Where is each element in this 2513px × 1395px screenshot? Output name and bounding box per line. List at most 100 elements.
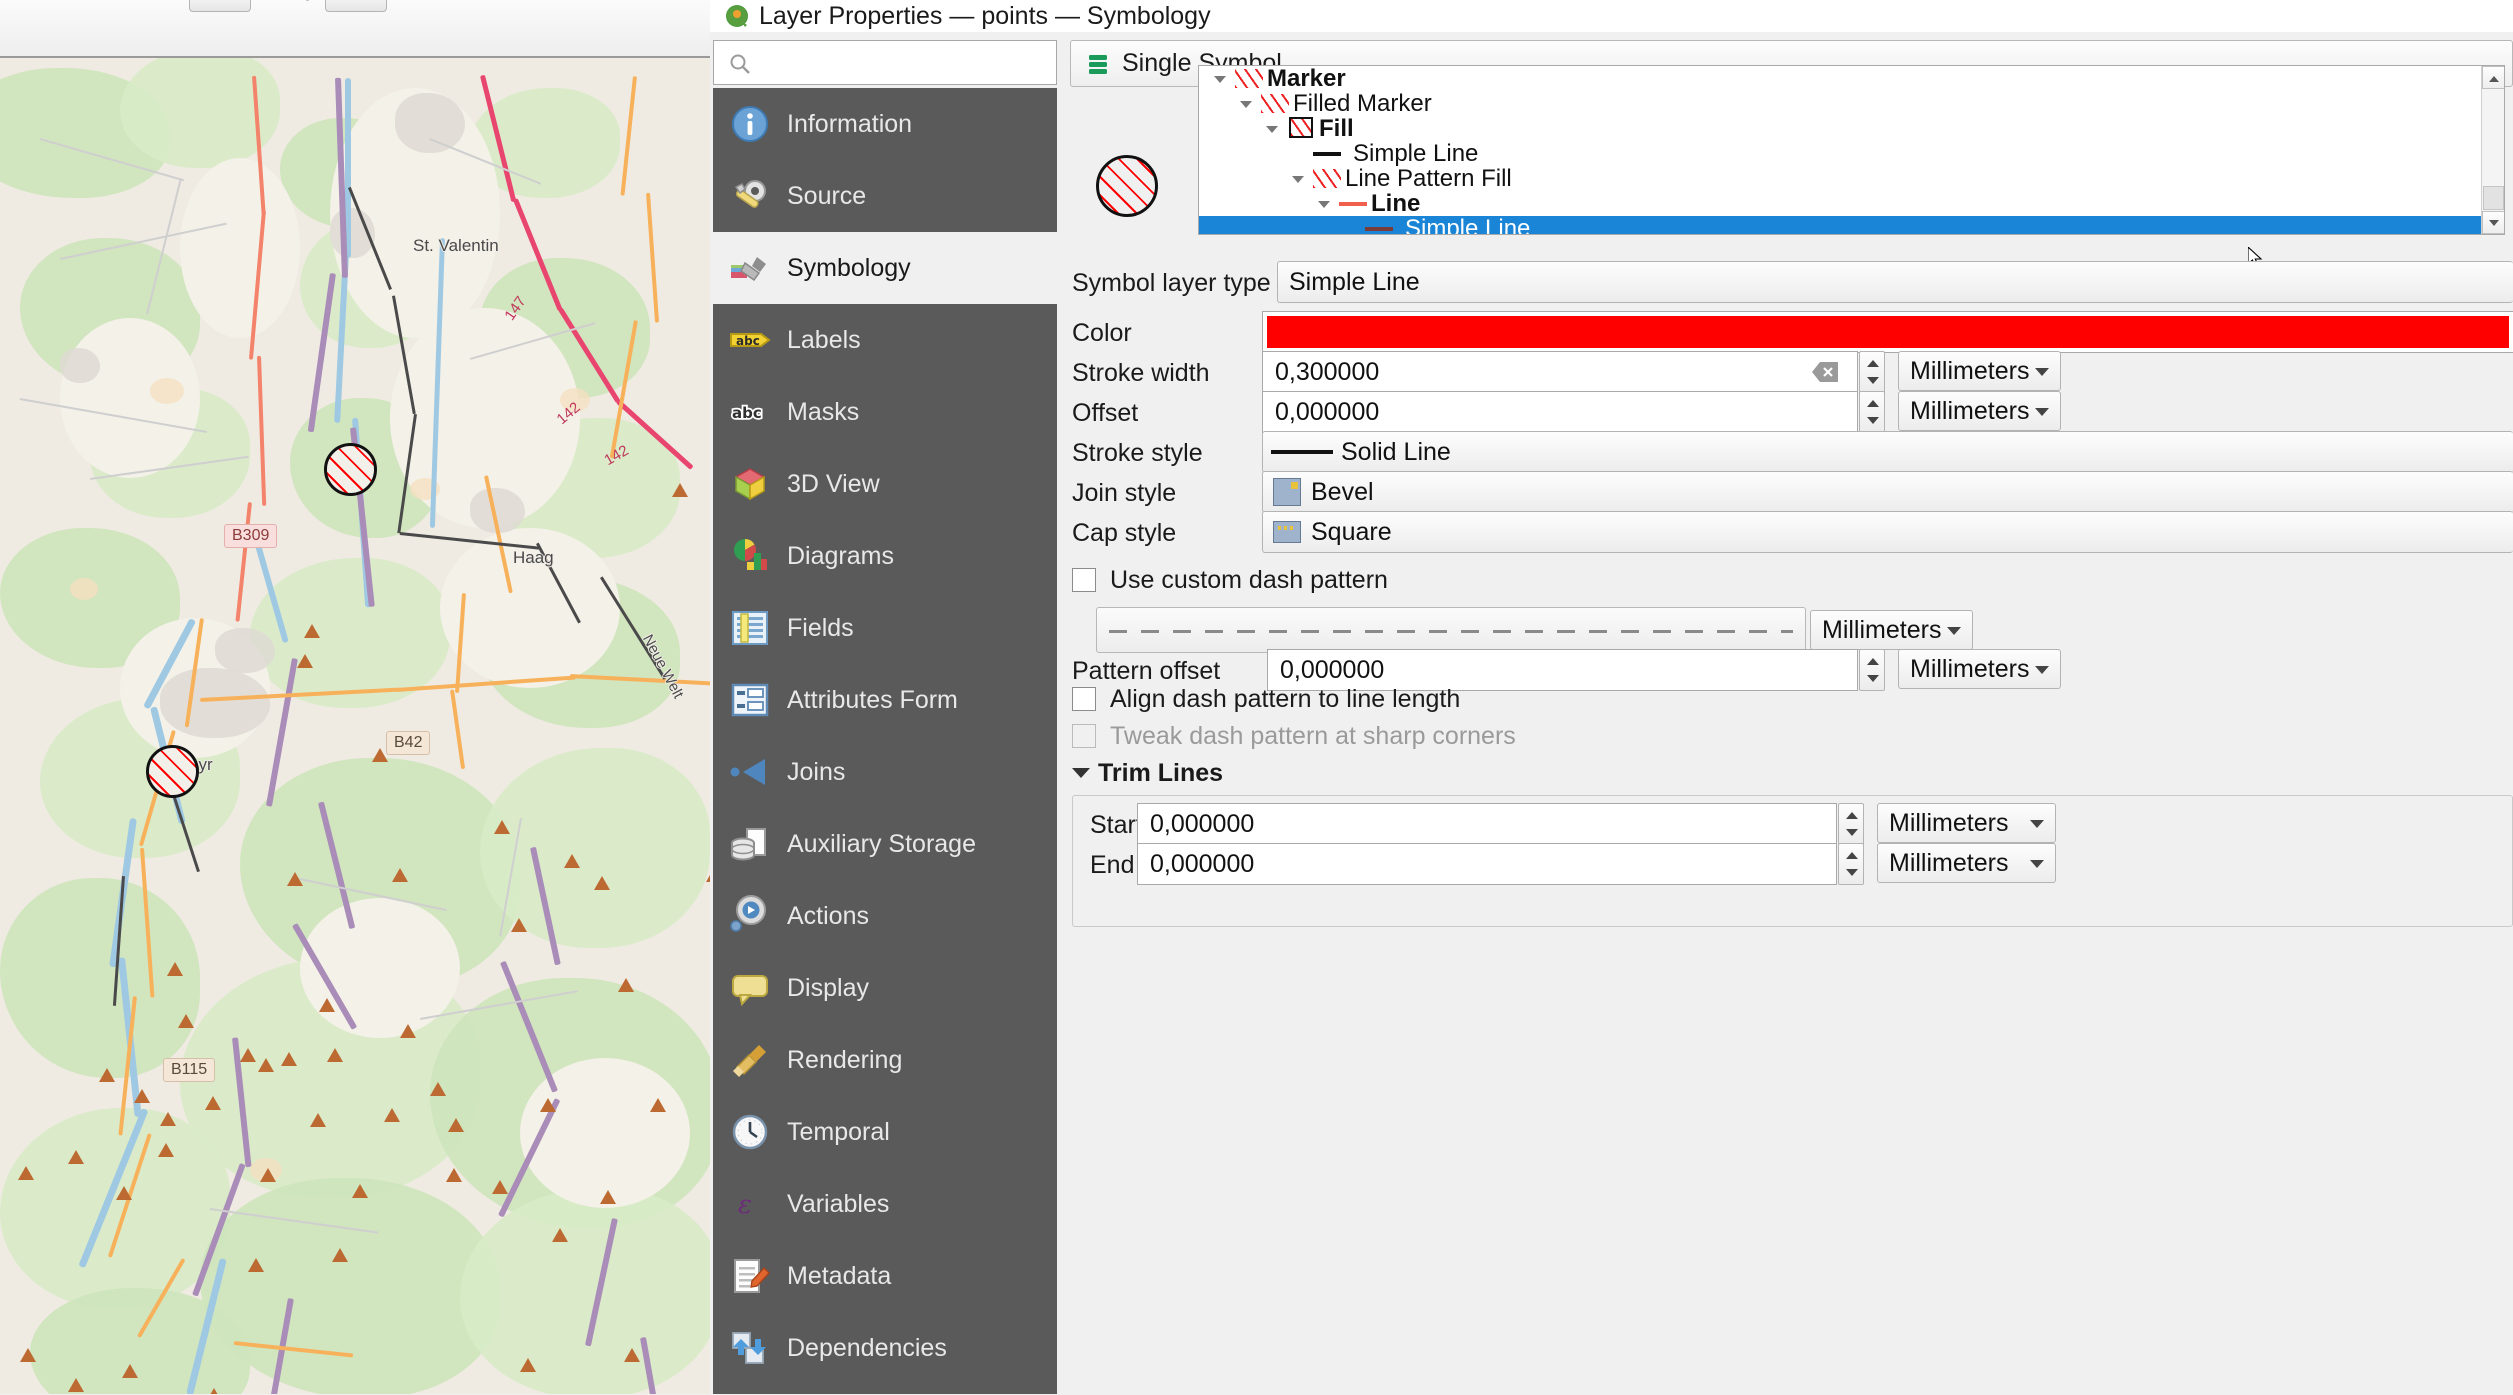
sidebar-item-metadata[interactable]: Metadata bbox=[713, 1240, 1057, 1312]
dash-pattern-preview[interactable] bbox=[1096, 607, 1806, 653]
toolbar-button-a[interactable] bbox=[189, 0, 251, 12]
tree-row[interactable]: Simple Line bbox=[1199, 214, 2504, 235]
use-custom-dash-checkbox[interactable] bbox=[1072, 568, 1096, 592]
sidebar-item-variables[interactable]: ε Variables bbox=[713, 1168, 1057, 1240]
trim-end-input[interactable]: 0,000000 bbox=[1137, 843, 1837, 885]
color-button[interactable] bbox=[1262, 311, 2513, 353]
trim-start-input[interactable]: 0,000000 bbox=[1137, 803, 1837, 845]
sidebar-item-label: Metadata bbox=[787, 1261, 892, 1290]
sidebar-item-fields[interactable]: Fields bbox=[713, 592, 1057, 664]
chevron-down-icon bbox=[2035, 666, 2049, 674]
trim-start-unit-value: Millimeters bbox=[1889, 808, 2009, 837]
pattern-offset-stepper[interactable] bbox=[1859, 649, 1885, 691]
sidebar-item-label: Attributes Form bbox=[787, 685, 958, 714]
dark-line-icon bbox=[1363, 216, 1397, 234]
point-marker[interactable] bbox=[324, 443, 377, 496]
sidebar-item-rendering[interactable]: Rendering bbox=[713, 1024, 1057, 1096]
sidebar-item-3d-view[interactable]: 3D View bbox=[713, 448, 1057, 520]
hatch-fill-icon bbox=[1233, 66, 1267, 91]
search-input[interactable] bbox=[714, 41, 1056, 84]
offset-unit-select[interactable]: Millimeters bbox=[1898, 391, 2061, 431]
offset-stepper[interactable] bbox=[1859, 391, 1885, 433]
auxiliary-storage-icon bbox=[727, 821, 773, 867]
sidebar-item-actions[interactable]: Actions bbox=[713, 880, 1057, 952]
sidebar-item-temporal[interactable]: Temporal bbox=[713, 1096, 1057, 1168]
actions-gear-play-icon bbox=[727, 893, 773, 939]
tree-row-label: Filled Marker bbox=[1293, 89, 1432, 117]
scrollbar-thumb[interactable] bbox=[2483, 186, 2504, 210]
expand-arrow-icon[interactable] bbox=[1259, 116, 1285, 141]
cap-style-combobox[interactable]: Square bbox=[1262, 511, 2513, 553]
stroke-width-input[interactable]: 0,300000 bbox=[1262, 351, 1858, 393]
offset-unit-value: Millimeters bbox=[1910, 396, 2030, 425]
sidebar-item-labels[interactable]: abc Labels bbox=[713, 304, 1057, 376]
sidebar-item-label: Symbology bbox=[787, 253, 911, 282]
stroke-width-unit-select[interactable]: Millimeters bbox=[1898, 351, 2061, 391]
stroke-width-stepper[interactable] bbox=[1859, 351, 1885, 393]
display-balloon-icon bbox=[727, 965, 773, 1011]
offset-input[interactable]: 0,000000 bbox=[1262, 391, 1858, 433]
tree-row[interactable]: Filled Marker bbox=[1199, 89, 2504, 117]
sidebar-item-label: Labels bbox=[787, 325, 861, 354]
symbol-layer-type-combobox[interactable]: Simple Line bbox=[1277, 261, 2513, 303]
tree-row[interactable]: Line bbox=[1199, 190, 2504, 217]
expand-arrow-icon[interactable] bbox=[1207, 66, 1233, 91]
hatch-fill-icon bbox=[1259, 91, 1293, 116]
expand-arrow-icon[interactable] bbox=[1233, 91, 1259, 116]
tree-row[interactable]: Line Pattern Fill bbox=[1199, 165, 2504, 192]
tree-row[interactable]: Marker bbox=[1199, 66, 2504, 92]
sidebar-item-diagrams[interactable]: Diagrams bbox=[713, 520, 1057, 592]
sidebar-item-auxiliary-storage[interactable]: Auxiliary Storage bbox=[713, 808, 1057, 880]
sidebar-item-attributes-form[interactable]: Attributes Form bbox=[713, 664, 1057, 736]
join-style-combobox[interactable]: Bevel bbox=[1262, 471, 2513, 513]
stroke-style-combobox[interactable]: Solid Line bbox=[1262, 431, 2513, 473]
hatch-boxed-icon bbox=[1285, 116, 1319, 141]
sidebar-item-display[interactable]: Display bbox=[713, 952, 1057, 1024]
clear-icon[interactable] bbox=[1812, 360, 1838, 382]
trim-lines-collapse-arrow[interactable] bbox=[1072, 768, 1090, 778]
toolbar-button-b[interactable] bbox=[325, 0, 387, 12]
sidebar-item-dependencies[interactable]: Dependencies bbox=[713, 1312, 1057, 1384]
chevron-down-icon bbox=[1947, 627, 1961, 635]
sidebar-item-information[interactable]: Information bbox=[713, 88, 1057, 160]
symbology-content-pane: Single Symbol Marker Filled Marker Fill bbox=[1062, 32, 2513, 1394]
joins-icon bbox=[727, 749, 773, 795]
tweak-dash-checkbox bbox=[1072, 724, 1096, 748]
align-dash-label: Align dash pattern to line length bbox=[1110, 685, 1461, 713]
pattern-offset-unit-select[interactable]: Millimeters bbox=[1898, 649, 2061, 689]
map-place-label: Haag bbox=[513, 548, 554, 567]
trim-start-unit-select[interactable]: Millimeters bbox=[1877, 803, 2056, 843]
trim-start-label: Start bbox=[1090, 811, 1143, 839]
nav-search-box[interactable] bbox=[713, 40, 1057, 85]
expand-arrow-icon[interactable] bbox=[1285, 166, 1311, 191]
tree-row[interactable]: Simple Line bbox=[1199, 139, 2504, 167]
trim-end-unit-select[interactable]: Millimeters bbox=[1877, 843, 2056, 883]
qgis-logo-icon bbox=[724, 3, 750, 29]
tree-row-label: Simple Line bbox=[1353, 139, 1479, 167]
scroll-down-button[interactable] bbox=[2482, 211, 2504, 234]
join-style-value: Bevel bbox=[1311, 477, 1374, 506]
trim-start-value: 0,000000 bbox=[1150, 809, 1255, 838]
tree-row-label: Fill bbox=[1319, 114, 1354, 142]
sidebar-item-symbology[interactable]: Symbology bbox=[713, 232, 1057, 304]
metadata-pencil-icon bbox=[727, 1253, 773, 1299]
dash-pattern-unit-select[interactable]: Millimeters bbox=[1810, 610, 1973, 650]
sidebar-item-masks[interactable]: abc Masks bbox=[713, 376, 1057, 448]
solid-line-icon bbox=[1263, 431, 1341, 473]
variables-epsilon-icon: ε bbox=[727, 1181, 773, 1227]
trim-end-stepper[interactable] bbox=[1838, 843, 1864, 885]
tree-row[interactable]: Fill bbox=[1199, 114, 2504, 142]
sidebar-item-source[interactable]: Source bbox=[713, 160, 1057, 232]
symbol-layer-tree[interactable]: Marker Filled Marker Fill Simple Line Li… bbox=[1198, 65, 2505, 235]
sidebar-item-joins[interactable]: Joins bbox=[713, 736, 1057, 808]
align-dash-checkbox[interactable] bbox=[1072, 687, 1096, 711]
map-canvas[interactable]: St. Valentin Haag Steyr Neue Welt B309 B… bbox=[0, 58, 710, 1394]
cube-3d-icon bbox=[727, 461, 773, 507]
point-marker[interactable] bbox=[146, 745, 199, 798]
tree-scrollbar[interactable] bbox=[2481, 66, 2504, 234]
expand-arrow-icon[interactable] bbox=[1311, 191, 1337, 216]
scroll-up-button[interactable] bbox=[2482, 66, 2504, 89]
trim-start-stepper[interactable] bbox=[1838, 803, 1864, 845]
tree-row-label: Simple Line bbox=[1405, 214, 1531, 235]
temporal-clock-icon bbox=[727, 1109, 773, 1155]
